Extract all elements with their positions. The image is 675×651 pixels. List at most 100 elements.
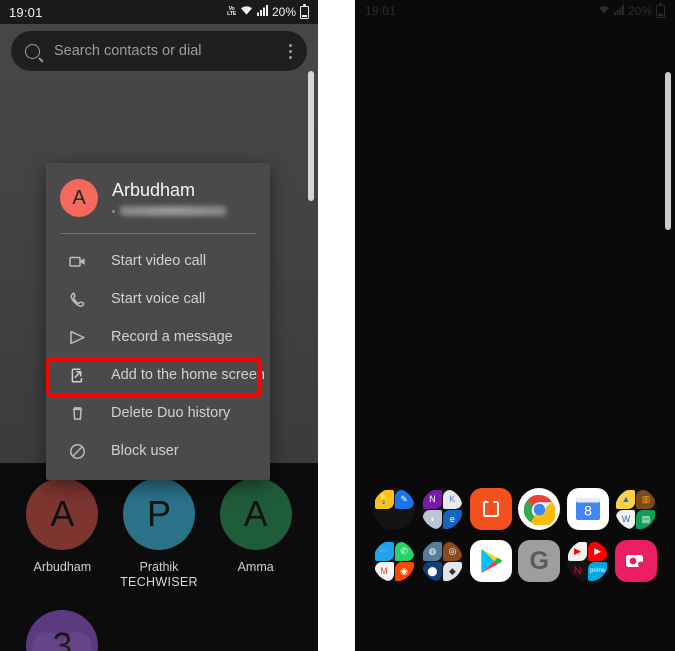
video-camera-icon xyxy=(68,252,87,271)
search-input[interactable]: Search contacts or dial xyxy=(54,43,284,59)
drive-icon: ▲ xyxy=(616,489,636,509)
menu-item-label: Start video call xyxy=(111,253,207,269)
keep-notes-app[interactable] xyxy=(469,488,512,530)
bullet-icon xyxy=(112,209,115,213)
menu-item-label: Start voice call xyxy=(111,291,206,307)
game-icon-2: ◎ xyxy=(442,541,462,561)
messages-icon: ◗ xyxy=(422,509,442,529)
menu-item-label: Delete Duo history xyxy=(111,405,231,421)
twitter-icon: 🐦 xyxy=(374,541,394,561)
avatar: A xyxy=(219,478,292,550)
context-menu-header: A Arbudham xyxy=(46,163,270,233)
trash-icon xyxy=(68,404,87,423)
contact-subtitle: TECHWISER xyxy=(120,575,198,589)
calendar-app[interactable]: 8 xyxy=(566,488,609,530)
keep-icon xyxy=(482,500,499,517)
right-scrollbar[interactable] xyxy=(665,72,671,230)
volte-icon: Vo LTE xyxy=(227,5,236,17)
contact-tile[interactable]: P Prathik TECHWISER xyxy=(113,478,205,590)
status-icons: 20% xyxy=(598,2,665,18)
netflix-icon: N xyxy=(568,561,588,581)
menu-item-start-voice-call[interactable]: Start voice call xyxy=(46,280,270,318)
prime-video-icon: prime xyxy=(588,561,608,581)
keep-icon: K xyxy=(442,489,462,509)
app-row-2: 🐦 ✆ M ◉ ◍ ◎ ⬤ ◆ G ▶ ▶ N prime xyxy=(355,540,675,582)
gmail-icon: M xyxy=(374,561,394,581)
calendar-icon: 8 xyxy=(575,498,600,520)
evernote-icon: e xyxy=(442,509,462,529)
onenote-icon: N xyxy=(422,489,442,509)
pen-edit-icon: ✎ xyxy=(394,489,414,509)
battery-percent: 20% xyxy=(271,5,296,19)
group-avatar: 3 xyxy=(26,610,99,651)
add-to-homescreen-icon xyxy=(68,366,87,385)
play-store-app[interactable] xyxy=(469,540,512,582)
youtube-icon: ▶ xyxy=(568,541,588,561)
contact-name: Prathik xyxy=(139,560,179,574)
whatsapp-icon: ✆ xyxy=(394,541,414,561)
cellular-signal-icon xyxy=(256,5,268,19)
status-icons: Vo LTE 20% xyxy=(227,3,309,19)
play-store-icon xyxy=(481,549,502,573)
send-paper-plane-icon xyxy=(68,328,87,347)
contacts-grid: A Arbudham P Prathik TECHWISER A Amma xyxy=(0,478,318,590)
phone-handset-icon xyxy=(68,290,87,309)
game-icon-4: ◆ xyxy=(442,561,462,581)
contact-name: Amma xyxy=(237,560,274,574)
status-time: 19:01 xyxy=(9,4,43,20)
game-icon-3: ⬤ xyxy=(422,561,442,581)
status-time: 19:01 xyxy=(365,4,397,18)
menu-item-record-a-message[interactable]: Record a message xyxy=(46,318,270,356)
menu-item-label: Record a message xyxy=(111,329,233,345)
left-scrollbar[interactable] xyxy=(308,71,314,201)
contacts-row-2: 3 xyxy=(0,610,318,651)
screenshot-stage: 19:01 Vo LTE 20% Search contacts or dial… xyxy=(0,0,675,651)
reddit-icon: ◉ xyxy=(394,561,414,581)
folder-social[interactable]: 🐦 ✆ M ◉ xyxy=(373,540,415,582)
youtube-music-icon: ▶ xyxy=(588,541,608,561)
right-phone-screen: 19:01 20% A Arbudh... xyxy=(355,0,675,651)
left-status-bar: 19:01 Vo LTE 20% xyxy=(0,0,318,24)
camera-icon xyxy=(625,555,644,568)
left-phone-screen: 19:01 Vo LTE 20% Search contacts or dial… xyxy=(0,0,318,651)
folder-streaming[interactable]: ▶ ▶ N prime xyxy=(566,540,609,582)
avatar: A xyxy=(26,478,99,550)
chrome-app[interactable] xyxy=(518,488,561,530)
image-gutter xyxy=(318,0,355,651)
avatar: A xyxy=(60,179,98,217)
block-circle-icon xyxy=(68,442,87,461)
battery-icon xyxy=(300,3,309,19)
folder-notes[interactable]: N K ◗ e xyxy=(421,488,464,530)
sheets-icon: ▤ xyxy=(636,509,656,529)
camera-app[interactable] xyxy=(614,540,657,582)
battery-icon xyxy=(656,2,665,18)
contact-tile[interactable]: A Arbudham xyxy=(16,478,108,575)
more-vertical-icon[interactable] xyxy=(284,43,297,59)
app-row-1: 💡 ✎ N K ◗ e 8 ▲ ▥ W ▤ xyxy=(355,488,675,530)
folder-ideas[interactable]: 💡 ✎ xyxy=(373,488,415,530)
menu-item-start-video-call[interactable]: Start video call xyxy=(46,242,270,280)
grey-g-app[interactable]: G xyxy=(518,540,561,582)
contact-context-menu: A Arbudham Start video call Start voice … xyxy=(46,163,270,480)
g-letter-icon: G xyxy=(518,540,561,582)
folder-games[interactable]: ◍ ◎ ⬤ ◆ xyxy=(421,540,464,582)
game-icon-1: ◍ xyxy=(422,541,442,561)
menu-item-block-user[interactable]: Block user xyxy=(46,432,270,470)
folder-work[interactable]: ▲ ▥ W ▤ xyxy=(614,488,657,530)
menu-item-add-to-the-home-screen[interactable]: Add to the home screen xyxy=(46,356,270,394)
contacts-row-1: A Arbudham P Prathik TECHWISER A Amma xyxy=(0,478,318,590)
cellular-signal-icon xyxy=(613,4,624,18)
right-status-bar: 19:01 20% xyxy=(355,0,675,22)
contact-name: Arbudham xyxy=(33,560,92,574)
avatar: P xyxy=(122,478,195,550)
redacted-phone-number xyxy=(120,206,226,216)
contact-tile[interactable]: A Amma xyxy=(210,478,302,575)
wifi-icon xyxy=(240,5,253,19)
group-contact-tile[interactable]: 3 xyxy=(16,610,108,651)
search-contacts-bar[interactable]: Search contacts or dial xyxy=(11,31,307,71)
search-icon xyxy=(25,43,40,59)
menu-item-label: Add to the home screen xyxy=(111,367,265,383)
contact-phone-redacted xyxy=(112,206,226,216)
analytics-icon: ▥ xyxy=(636,489,656,509)
menu-item-delete-duo-history[interactable]: Delete Duo history xyxy=(46,394,270,432)
